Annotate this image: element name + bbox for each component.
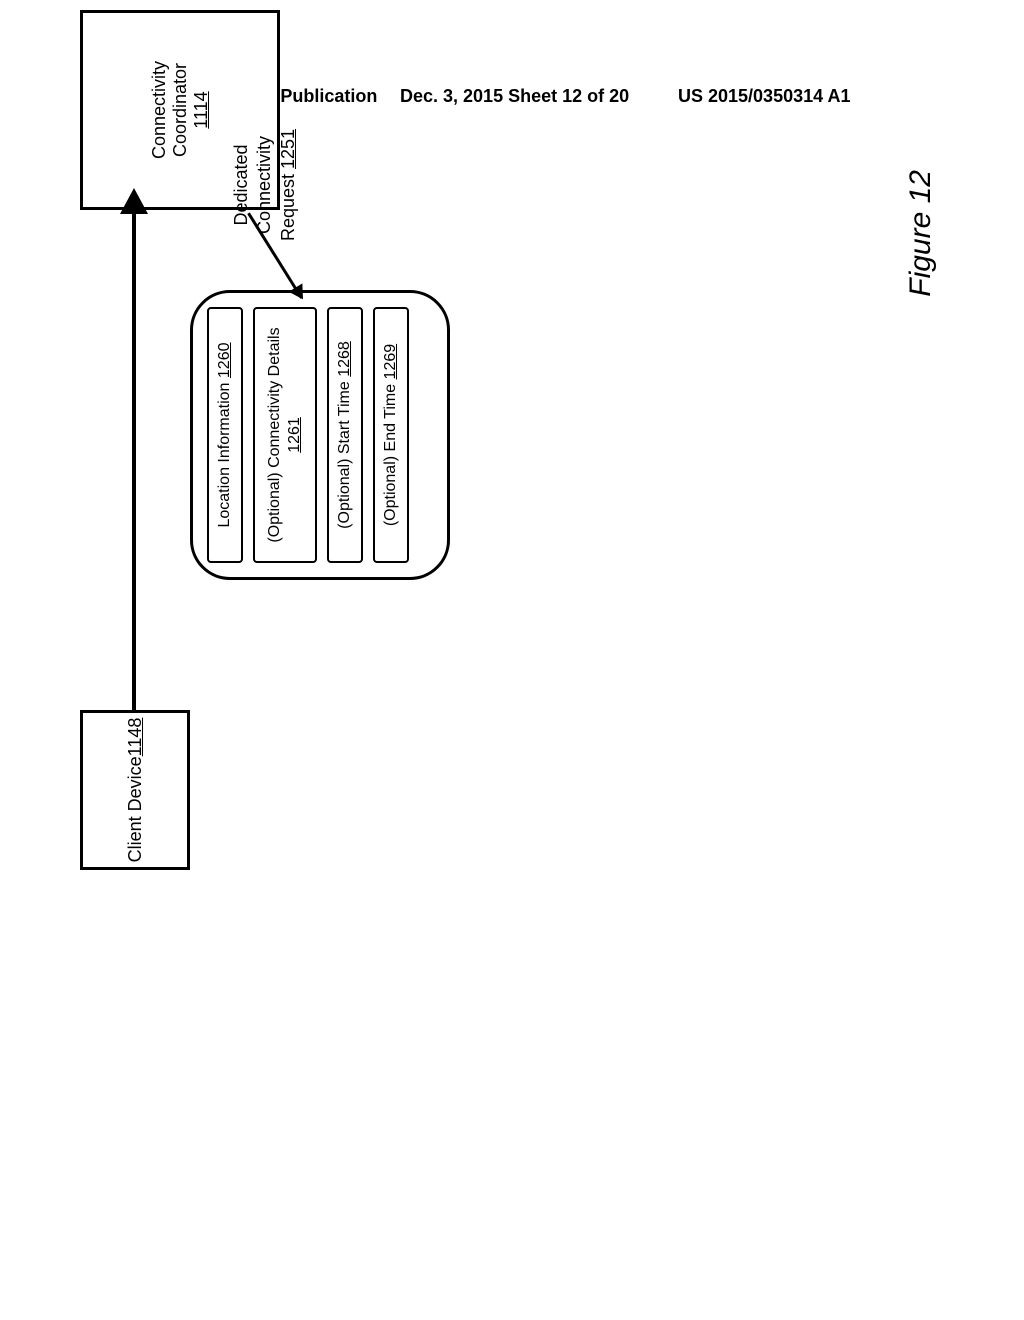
request-label: Dedicated Connectivity Request 1251 (230, 110, 300, 260)
request-bubble: Location Information 1260 (Optional) Con… (190, 290, 450, 580)
request-label-ref: 1251 (278, 129, 298, 169)
bubble-row-end-time: (Optional) End Time 1269 (373, 307, 409, 563)
figure-label: Figure 12 (904, 170, 938, 297)
client-device-box: Client Device1148 (80, 710, 190, 870)
bubble-row-start-time-ref: 1268 (336, 341, 353, 377)
arrow-head-icon (120, 188, 148, 214)
diagram: Client Device1148 Connectivity Coordinat… (80, 10, 790, 870)
page: Patent Application Publication Dec. 3, 2… (0, 0, 1024, 1320)
bubble-row-connectivity-details-ref: 1261 (286, 417, 303, 453)
request-label-line3: Request (278, 169, 298, 241)
client-device-ref: 1148 (125, 718, 145, 757)
bubble-row-connectivity-details-text: (Optional) Connectivity Details (266, 327, 283, 542)
request-label-line1: Dedicated (230, 110, 253, 260)
bubble-row-start-time: (Optional) Start Time 1268 (327, 307, 363, 563)
bubble-row-end-time-text: (Optional) End Time (382, 379, 399, 526)
connectivity-coordinator-ref: 1114 (191, 91, 212, 128)
bubble-row-start-time-text: (Optional) Start Time (336, 377, 353, 529)
request-label-line2: Connectivity (253, 110, 276, 260)
connectivity-coordinator-title: Connectivity Coordinator (149, 13, 191, 207)
bubble-row-end-time-ref: 1269 (382, 344, 399, 380)
bubble-row-location-text: Location Information (216, 378, 233, 527)
bubble-row-connectivity-details: (Optional) Connectivity Details 1261 (253, 307, 317, 563)
client-device-title: Client Device (125, 756, 145, 862)
arrow-line (132, 210, 136, 710)
bubble-row-location-ref: 1260 (216, 343, 233, 379)
bubble-row-location: Location Information 1260 (207, 307, 243, 563)
